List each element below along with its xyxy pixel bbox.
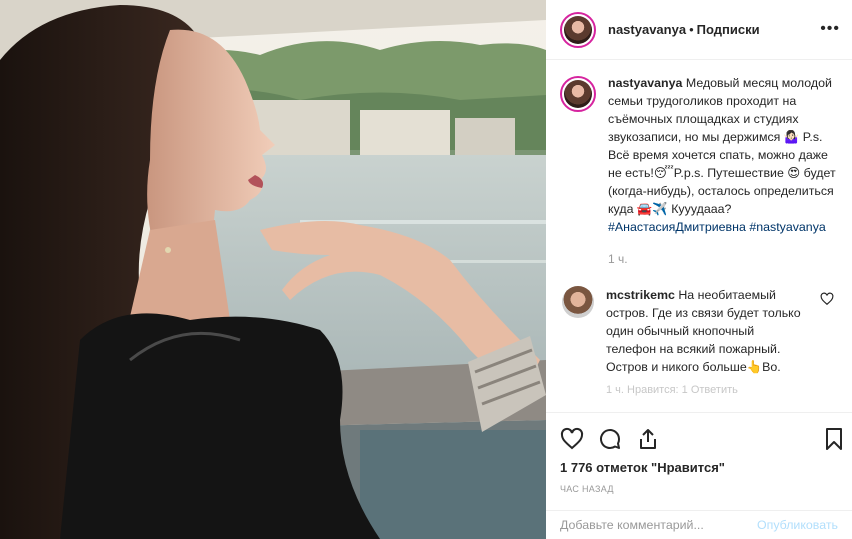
post-header: nastyavanya • Подписки ••• — [546, 0, 852, 60]
following-button[interactable]: Подписки — [697, 22, 760, 37]
bookmark-icon[interactable] — [822, 427, 846, 451]
caption-avatar[interactable] — [560, 76, 596, 112]
like-heart-icon[interactable] — [560, 427, 584, 451]
header-separator: • — [689, 22, 694, 37]
caption-text: Медовый месяц молодой семьи трудоголиков… — [608, 76, 836, 216]
author-username[interactable]: nastyavanya — [608, 22, 686, 37]
add-comment-bar: Опубликовать — [546, 510, 852, 539]
commenter-avatar[interactable] — [562, 286, 594, 318]
comment-bubble-icon[interactable] — [598, 427, 622, 451]
share-icon[interactable] — [636, 427, 660, 451]
post-timestamp[interactable]: ЧАС НАЗАД — [560, 484, 614, 494]
comments-section[interactable]: nastyavanya Медовый месяц молодой семьи … — [546, 60, 852, 410]
author-avatar[interactable] — [560, 11, 596, 48]
post-caption: nastyavanya Медовый месяц молодой семьи … — [560, 74, 836, 268]
photo-illustration — [0, 0, 546, 539]
caption-time[interactable]: 1 ч. — [608, 250, 836, 268]
comment-input[interactable] — [560, 518, 750, 532]
comment-like-heart-icon[interactable] — [820, 292, 834, 306]
post-sidebar: nastyavanya • Подписки ••• nastyavanya М… — [546, 0, 852, 539]
more-options-icon[interactable]: ••• — [820, 20, 840, 38]
action-bar — [546, 412, 852, 454]
caption-username[interactable]: nastyavanya — [608, 76, 682, 90]
comment-item: mcstrikemc На необитаемый остров. Где из… — [560, 286, 836, 376]
commenter-username[interactable]: mcstrikemc — [606, 288, 675, 302]
likes-count[interactable]: 1 776 отметок "Нравится" — [560, 460, 725, 475]
comment-meta: 1 ч. Нравится: 1 Ответить — [606, 384, 738, 396]
hashtag-link[interactable]: #АнастасияДмитриевна — [608, 220, 746, 234]
hashtag-link[interactable]: #nastyavanya — [749, 220, 825, 234]
publish-button[interactable]: Опубликовать — [757, 518, 838, 532]
post-photo[interactable] — [0, 0, 546, 539]
